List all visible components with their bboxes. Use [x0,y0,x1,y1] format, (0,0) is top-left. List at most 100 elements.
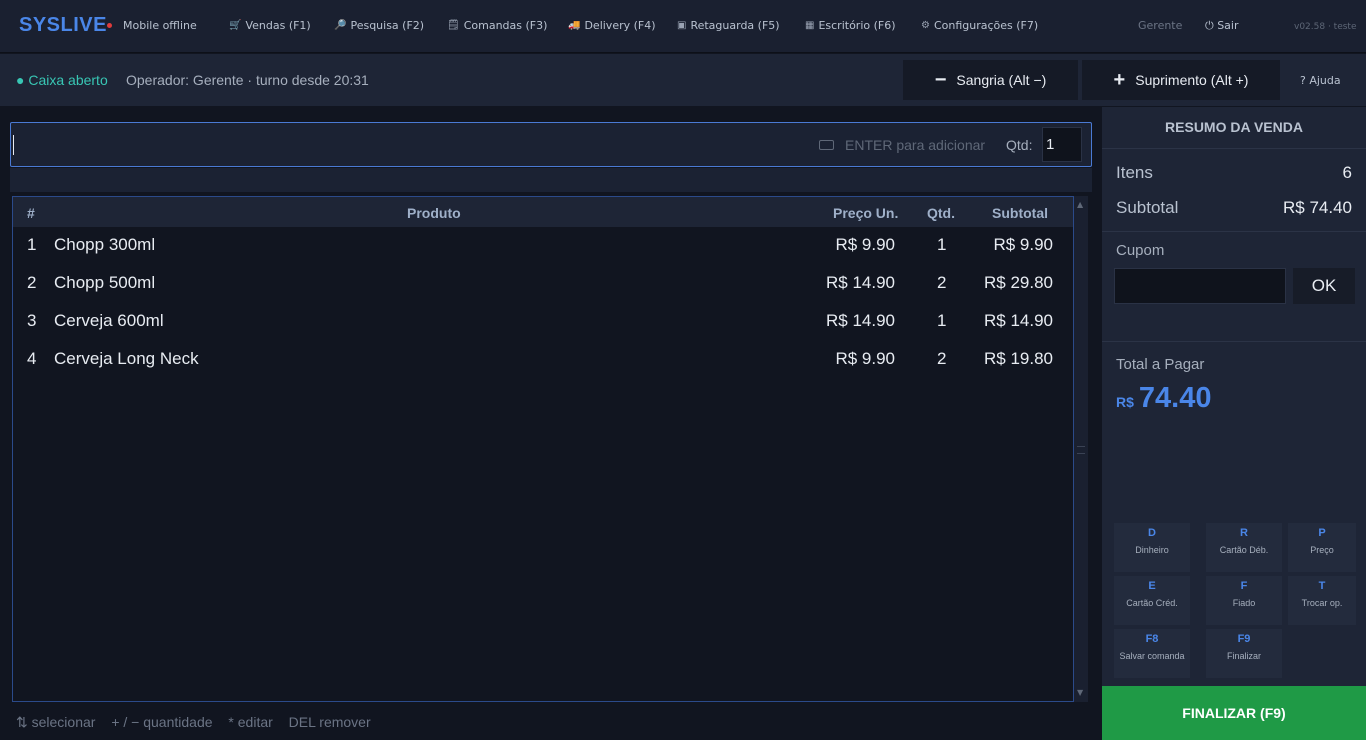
subtotal-value: R$ 74.40 [1283,198,1352,217]
pay-label: Cartão Déb. [1219,545,1269,555]
mobile-status-label: Mobile offline [123,19,197,32]
nav-pesquisa[interactable]: 🔎 Pesquisa (F2) [334,19,424,32]
nav-escritorio-label: Escritório (F6) [818,19,896,32]
items-label: Itens [1116,163,1153,182]
pay-key: F8 [1145,633,1159,645]
table-row[interactable]: 2 Chopp 500ml R$ 14.90 2 R$ 29.80 [13,264,1073,302]
nav-configuracoes-label: Configurações (F7) [933,19,1039,32]
subtotal: Subtotal R$ 74.40 [1116,198,1352,218]
row-product: Cerveja Long Neck [54,349,199,368]
nav-configuracoes[interactable]: ⚙ Configurações (F7) [921,19,1038,32]
help-button[interactable]: ? Ajuda [1300,74,1341,87]
finalize-sale-button[interactable]: FINALIZAR (F9) [1102,686,1366,740]
plus-icon: + [1113,69,1126,91]
row-subtotal: R$ 9.90 [993,235,1053,254]
logout-button[interactable]: ⏻ Sair [1205,19,1239,33]
hint-edit: * editar [228,714,273,730]
table-row[interactable]: 1 Chopp 300ml R$ 9.90 1 R$ 9.90 [13,226,1073,264]
current-user: Gerente [1138,19,1183,32]
caixa-status: ● Caixa aberto [16,72,108,88]
row-price: R$ 14.90 [826,273,895,292]
sale-items-table: # Produto Preço Un. Qtd. Subtotal 1 Chop… [12,196,1074,702]
box-icon: ▣ [677,20,687,31]
sale-summary-panel: RESUMO DA VENDA Itens 6 Subtotal R$ 74.4… [1102,107,1366,740]
table-header: # Produto Preço Un. Qtd. Subtotal [13,197,1073,227]
row-subtotal: R$ 29.80 [984,273,1053,292]
pay-key: E [1148,580,1156,592]
col-qty: Qtd. [927,205,955,221]
col-subtotal: Subtotal [992,205,1048,221]
table-row[interactable]: 4 Cerveja Long Neck R$ 9.90 2 R$ 19.80 [13,340,1073,378]
nav-retaguarda-label: Retaguarda (F5) [690,19,780,32]
row-price: R$ 14.90 [826,311,895,330]
nav-comandas[interactable]: 🗒 Comandas (F3) [447,19,547,32]
pay-dinheiro-button[interactable]: D Dinheiro [1114,523,1190,572]
total-currency: R$ [1116,394,1134,410]
coupon-ok-button[interactable]: OK [1293,268,1355,304]
table-row[interactable]: 3 Cerveja 600ml R$ 14.90 1 R$ 14.90 [13,302,1073,340]
sangria-button[interactable]: − Sangria (Alt −) [903,60,1078,100]
row-index: 4 [27,349,37,368]
pay-key: T [1318,580,1326,592]
product-search-input[interactable]: ENTER para adicionar Qtd: 1 [10,122,1092,167]
pay-key: D [1148,527,1156,539]
total-label: Total a Pagar [1116,356,1205,373]
offline-dot-icon [107,23,112,28]
scroll-down-icon[interactable]: ▼ [1077,688,1083,697]
suprimento-button[interactable]: + Suprimento (Alt +) [1082,60,1280,100]
pay-cartao-debito-button[interactable]: R Cartão Déb. [1206,523,1282,572]
search-icon: 🔎 [334,20,347,31]
row-price: R$ 9.90 [835,235,895,254]
row-qty: 1 [937,235,947,254]
hint-remove: DEL remover [288,714,371,730]
trocar-operador-button[interactable]: T Trocar op. [1288,576,1356,625]
total-amount: 74.40 [1138,382,1212,414]
items-count: Itens 6 [1116,163,1352,183]
version-label: v02.58 · teste [1294,22,1357,32]
pay-label: Preço [1310,545,1334,555]
table-scrollbar[interactable]: ▲ ▼ [1074,196,1088,702]
receipt-icon: 🗒 [447,20,460,31]
pay-key: R [1240,527,1248,539]
quantity-label: Qtd: [1006,137,1033,153]
pay-cartao-credito-button[interactable]: E Cartão Créd. [1114,576,1190,625]
salvar-comanda-button[interactable]: F8 Salvar comanda [1114,629,1190,678]
minus-icon: − [934,69,947,91]
top-navbar: SYSLIVE Mobile offline 🛒 Vendas (F1) 🔎 Pes… [0,0,1366,53]
pay-fiado-button[interactable]: F Fiado [1206,576,1282,625]
coupon-label: Cupom [1116,242,1165,259]
nav-delivery[interactable]: 🚚 Delivery (F4) [568,19,656,32]
building-icon: ▦ [805,20,815,31]
summary-title: RESUMO DA VENDA [1165,119,1303,135]
divider [1102,231,1366,232]
pay-preco-button[interactable]: P Preço [1288,523,1356,572]
divider [1102,148,1366,149]
nav-retaguarda[interactable]: ▣ Retaguarda (F5) [677,19,780,32]
mobile-status: Mobile offline [107,19,197,32]
row-index: 2 [27,273,37,292]
nav-vendas[interactable]: 🛒 Vendas (F1) [229,19,311,32]
nav-comandas-label: Comandas (F3) [463,19,548,32]
nav-escritorio[interactable]: ▦ Escritório (F6) [805,19,896,32]
row-qty: 1 [937,311,947,330]
operator-info: Operador: Gerente · turno desde 20:31 [126,72,369,88]
truck-icon: 🚚 [568,20,581,31]
hint-quantity: + / − quantidade [111,714,213,730]
pay-key: F [1240,580,1248,592]
nav-pesquisa-label: Pesquisa (F2) [350,19,425,32]
pay-label: Cartão Créd. [1126,598,1178,608]
search-results-strip [10,168,1092,192]
coupon-input[interactable] [1114,268,1286,304]
suprimento-label: Suprimento (Alt +) [1135,72,1249,88]
col-index: # [27,205,35,221]
cashier-status-bar: ● Caixa aberto Operador: Gerente · turno… [0,54,1366,106]
quantity-input[interactable]: 1 [1042,127,1082,162]
scroll-grip-icon [1077,446,1085,454]
pay-label: Finalizar [1226,651,1261,661]
finalizar-shortcut-button[interactable]: F9 Finalizar [1206,629,1282,678]
brand-logo[interactable]: SYSLIVE [19,14,107,37]
scroll-up-icon[interactable]: ▲ [1077,200,1083,209]
pay-label: Fiado [1232,598,1256,608]
row-subtotal: R$ 19.80 [984,349,1053,368]
keyboard-icon [819,140,834,150]
